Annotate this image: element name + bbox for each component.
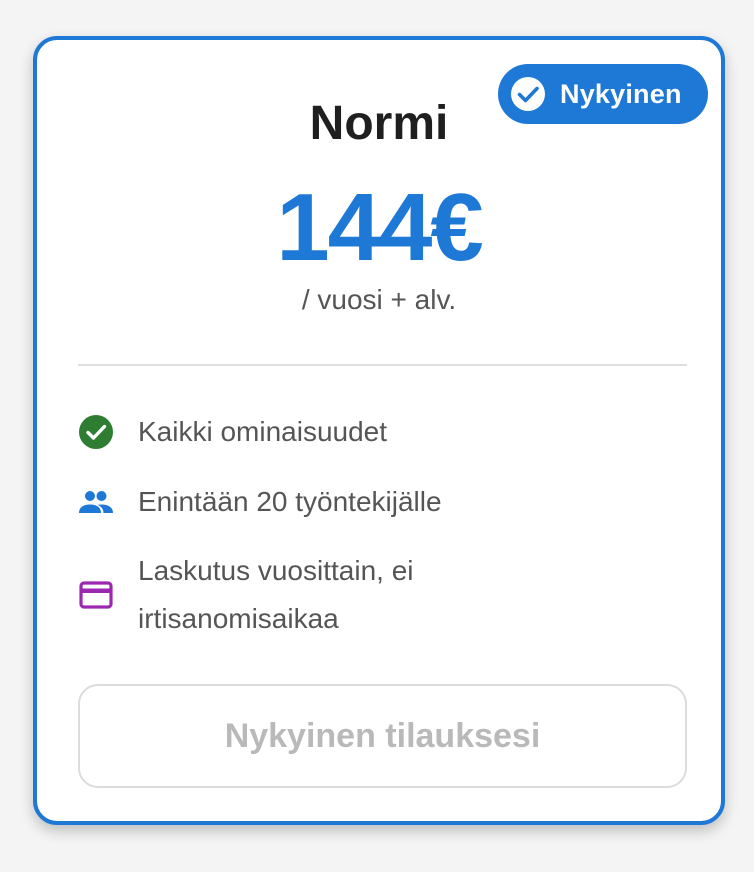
feature-item: Laskutus vuosittain, ei irtisanomisaikaa — [78, 546, 687, 644]
pricing-card: Nykyinen Normi 144€ / vuosi + alv. Kaikk… — [33, 36, 725, 825]
divider — [78, 364, 687, 366]
feature-item: Kaikki ominaisuudet — [78, 406, 687, 458]
check-circle-icon — [79, 415, 113, 449]
feature-text: Kaikki ominaisuudet — [138, 416, 388, 447]
feature-list: Kaikki ominaisuudet Enintään 20 työnteki… — [78, 406, 687, 644]
people-icon — [79, 491, 113, 513]
feature-item: Enintään 20 työntekijälle — [78, 476, 687, 528]
credit-card-icon — [79, 581, 113, 609]
plan-price: 144€ — [276, 174, 484, 281]
feature-text: Enintään 20 työntekijälle — [138, 486, 442, 517]
plan-title: Normi — [309, 97, 449, 150]
current-subscription-button[interactable]: Nykyinen tilauksesi — [78, 684, 687, 788]
price-period: / vuosi + alv. — [301, 284, 457, 315]
feature-text: Laskutus vuosittain, ei irtisanomisaikaa — [138, 555, 414, 634]
